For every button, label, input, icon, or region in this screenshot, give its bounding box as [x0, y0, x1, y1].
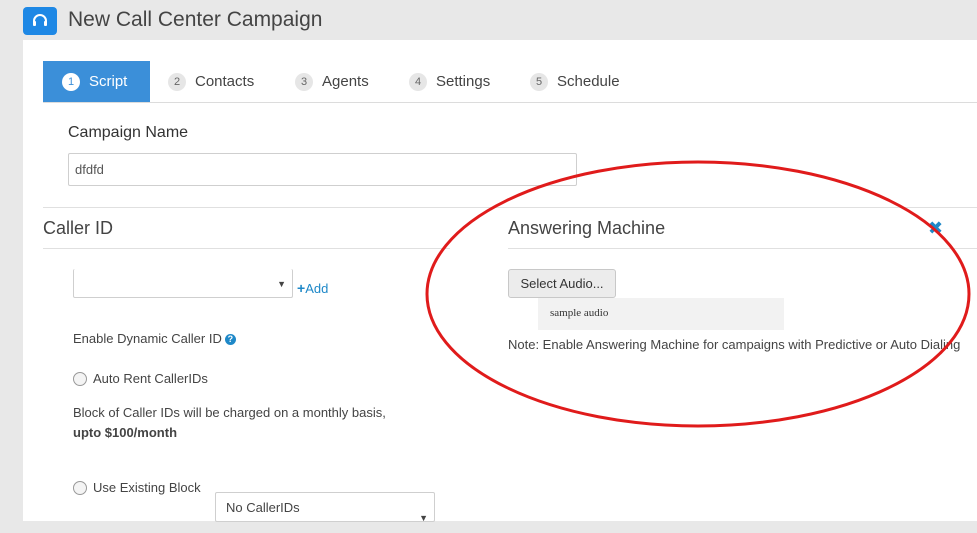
dynamic-caller-id-label: Enable Dynamic Caller ID? [73, 331, 236, 346]
caller-id-heading: Caller ID [43, 218, 114, 238]
answering-machine-note: Note: Enable Answering Machine for campa… [508, 337, 961, 352]
auto-rent-radio[interactable] [73, 372, 87, 386]
answering-machine-heading: Answering Machine [508, 218, 666, 238]
auto-rent-label: Auto Rent CallerIDs [93, 371, 208, 386]
campaign-panel: 1 Script 2 Contacts 3 Agents 4 Settings … [23, 40, 977, 523]
tab-agents[interactable]: 3 Agents [295, 61, 369, 102]
page-title: New Call Center Campaign [68, 8, 323, 31]
tab-contacts[interactable]: 2 Contacts [168, 61, 254, 102]
audio-file-name: sample audio [538, 298, 784, 330]
campaign-name-label: Campaign Name [68, 124, 189, 141]
use-existing-radio[interactable] [73, 481, 87, 495]
caller-id-select[interactable]: ▼ [73, 269, 293, 298]
step-number: 2 [168, 72, 186, 91]
close-icon[interactable]: ✖ [928, 218, 943, 239]
select-audio-button[interactable]: Select Audio... [508, 269, 616, 298]
block-price: upto $100/month [73, 425, 178, 440]
tab-label: Settings [436, 73, 491, 90]
answering-machine-divider [508, 248, 977, 249]
tab-label: Schedule [557, 73, 620, 90]
chevron-down-icon: ▼ [277, 279, 286, 289]
tab-settings[interactable]: 4 Settings [409, 61, 490, 102]
tab-label: Contacts [195, 73, 255, 90]
add-caller-id-link[interactable]: +Add [297, 280, 328, 296]
wizard-tabs: 1 Script 2 Contacts 3 Agents 4 Settings … [43, 61, 977, 103]
use-existing-label: Use Existing Block [93, 480, 201, 495]
block-note: Block of Caller IDs will be charged on a… [73, 405, 386, 420]
caller-id-divider [43, 248, 450, 249]
existing-block-select[interactable]: No CallerIDs ▼ [215, 492, 435, 523]
step-number: 1 [62, 72, 80, 91]
campaign-name-input[interactable]: dfdfd [68, 153, 577, 186]
tab-label: Agents [322, 73, 369, 90]
step-number: 5 [530, 72, 548, 91]
header-bar: New Call Center Campaign [0, 0, 977, 40]
step-number: 4 [409, 72, 427, 91]
step-number: 3 [295, 72, 313, 91]
headset-icon [23, 7, 57, 35]
dynamic-caller-id-text: Enable Dynamic Caller ID [73, 331, 222, 346]
add-link-label: Add [305, 281, 329, 296]
existing-block-value: No CallerIDs [226, 500, 300, 515]
plus-icon: + [297, 280, 306, 296]
tab-script[interactable]: 1 Script [43, 61, 150, 102]
chevron-down-icon: ▼ [419, 513, 428, 523]
section-divider [43, 207, 977, 208]
tab-schedule[interactable]: 5 Schedule [530, 61, 620, 102]
help-icon[interactable]: ? [224, 334, 236, 345]
tab-label: Script [89, 73, 128, 90]
